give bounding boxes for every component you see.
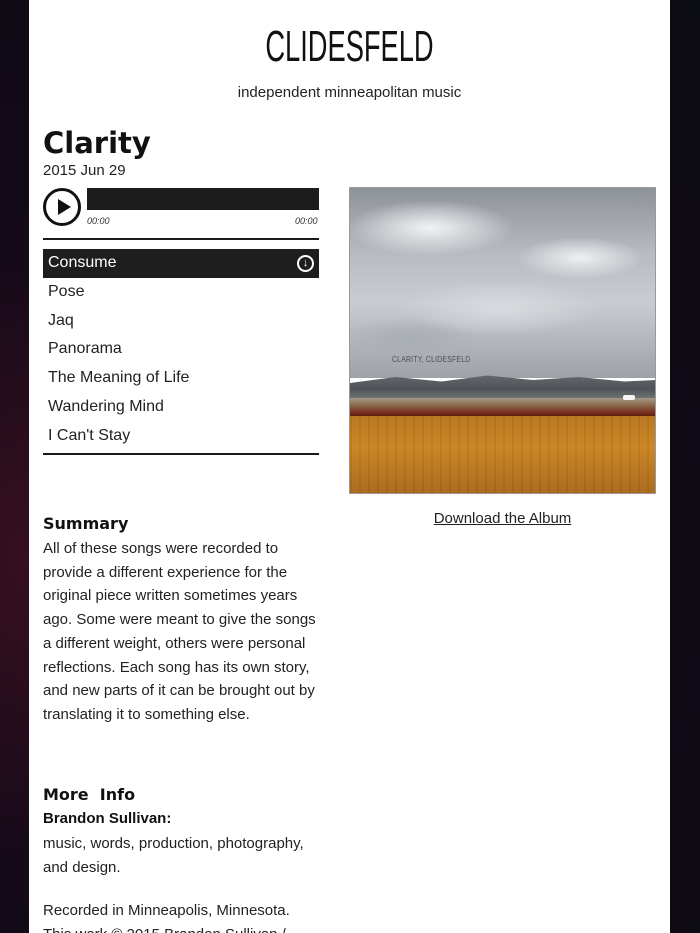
- more-info-heading: More Info: [43, 785, 136, 804]
- play-icon: [58, 199, 71, 215]
- time-elapsed: 00:00: [87, 216, 110, 226]
- cover-rail: [350, 398, 655, 416]
- copyright-notice: This work © 2015 Brandon Sullivan /: [43, 923, 343, 933]
- cover-sky: [350, 188, 655, 378]
- credit-name: Brandon Sullivan:: [43, 810, 172, 827]
- track-item-consume[interactable]: Consume ↓: [43, 249, 319, 278]
- track-label: Wandering Mind: [48, 397, 164, 415]
- download-album-link[interactable]: Download the Album: [349, 510, 656, 527]
- site-subtitle: independent minneapolitan music: [237, 84, 462, 101]
- playlist-divider-top: [43, 238, 319, 240]
- track-label: Jaq: [48, 311, 74, 329]
- track-label: Pose: [48, 282, 85, 300]
- page-container: CLIDESFELD independent minneapolitan mus…: [29, 0, 670, 933]
- cover-caption: CLARITY, CLIDESFELD: [392, 355, 471, 364]
- album-date: 2015 Jun 29: [43, 162, 126, 179]
- playlist-divider-bottom: [43, 453, 319, 455]
- track-label: The Meaning of Life: [48, 369, 190, 387]
- summary-heading: Summary: [43, 514, 129, 533]
- track-label: I Can't Stay: [48, 426, 131, 444]
- track-item-the-meaning-of-life[interactable]: The Meaning of Life: [43, 364, 319, 393]
- cover-wood: [350, 416, 655, 493]
- recorded-location: Recorded in Minneapolis, Minnesota.: [43, 902, 290, 919]
- track-item-panorama[interactable]: Panorama: [43, 335, 319, 364]
- cover-car: [623, 395, 635, 400]
- track-list: Consume ↓ Pose Jaq Panorama The Meaning …: [43, 249, 319, 451]
- recorded-info: Recorded in Minneapolis, Minnesota. This…: [43, 899, 343, 933]
- album-title: Clarity: [43, 126, 151, 160]
- track-label: Panorama: [48, 340, 122, 358]
- play-button[interactable]: [43, 188, 81, 226]
- track-label: Consume: [48, 254, 117, 271]
- track-item-pose[interactable]: Pose: [43, 278, 319, 307]
- track-item-jaq[interactable]: Jaq: [43, 307, 319, 336]
- track-item-i-cant-stay[interactable]: I Can't Stay: [43, 422, 319, 451]
- track-item-wandering-mind[interactable]: Wandering Mind: [43, 393, 319, 422]
- credit-roles: music, words, production, photography, a…: [43, 835, 304, 876]
- album-cover-image: CLARITY, CLIDESFELD: [349, 187, 656, 494]
- download-circle-icon[interactable]: ↓: [297, 255, 314, 272]
- time-total: 00:00: [295, 216, 318, 226]
- summary-text: All of these songs were recorded to prov…: [43, 540, 316, 723]
- site-title[interactable]: CLIDESFELD: [151, 22, 548, 72]
- progress-bar[interactable]: [87, 188, 319, 210]
